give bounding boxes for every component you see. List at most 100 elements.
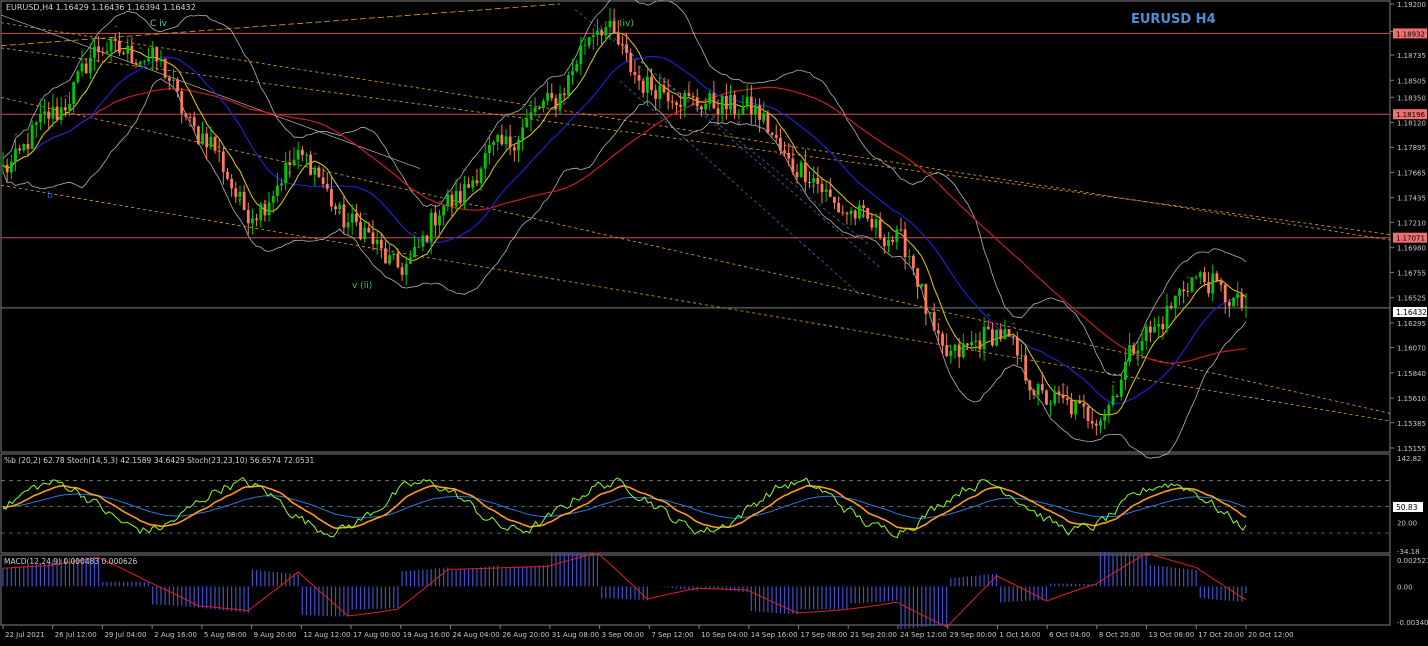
price-tick-label: 1.17210 — [1397, 219, 1426, 227]
candle-body — [1094, 423, 1098, 426]
candle-body — [758, 105, 762, 120]
candle-body — [687, 93, 691, 97]
candle-body — [492, 141, 495, 145]
channel-line[interactable] — [0, 47, 1391, 235]
candle-body — [625, 44, 628, 53]
time-tick-label: 17 Aug 00:00 — [353, 631, 400, 639]
candle-body — [242, 191, 246, 211]
candle-body — [375, 239, 379, 244]
level-tag-text: 1.18932 — [1396, 30, 1425, 38]
chart-canvas[interactable]: ^ ^ ^ ^ ^ ^ ^ v ^ v ^ v ^ v ^ v ^ ^ ^ ^ ^ v v v ^ ^ ^ ^ v v v ^ v ^ v ^ ^ ^ v ^… — [0, 0, 1428, 642]
candle-body — [550, 92, 554, 99]
candle-body — [1165, 305, 1169, 330]
price-tick-label: 1.19200 — [1397, 1, 1426, 9]
candle-body — [529, 112, 533, 119]
macd-axis[interactable]: 0.002527 0.00 -0.003406 — [1397, 557, 1428, 627]
candle-body — [783, 150, 786, 153]
channel-line[interactable] — [574, 9, 871, 246]
fractal-arrow: ^ — [1086, 406, 1091, 413]
candle-body — [679, 104, 683, 107]
candle-body — [167, 77, 171, 81]
candle-body — [974, 340, 978, 342]
time-tick-label: 7 Sep 12:00 — [651, 631, 693, 639]
channel-line[interactable] — [0, 96, 1391, 414]
stoch-tick-label: -34.18 — [1397, 548, 1420, 556]
price-tick-label: 1.16980 — [1397, 245, 1426, 253]
candle-body — [542, 100, 545, 108]
candle-body — [176, 79, 180, 92]
candle-body — [1132, 344, 1136, 354]
candle-body — [134, 62, 138, 65]
symbol-header: EURUSD,H4 1.16429 1.16436 1.16394 1.1643… — [6, 3, 196, 12]
candle-body — [1020, 355, 1023, 357]
candle-body — [1115, 396, 1119, 398]
channel-line[interactable] — [619, 80, 861, 296]
fractal-arrow: ^ — [438, 200, 443, 207]
candle-body — [5, 164, 9, 173]
candle-body — [1236, 293, 1240, 298]
candle-body — [754, 105, 757, 115]
fractal-arrow: ^ — [512, 135, 517, 142]
candle-body — [51, 106, 55, 119]
wave-label-c-iv: C iv — [150, 19, 168, 29]
candle-body — [716, 108, 720, 115]
fractal-arrow: ^ — [1011, 322, 1016, 329]
candle-body — [1244, 306, 1248, 308]
candle-body — [741, 106, 745, 114]
time-axis[interactable]: 22 Jul 2021 26 Jul 12:00 29 Jul 04:00 2 Aug… — [2, 625, 1294, 639]
fractal-arrow: v — [1136, 355, 1140, 362]
time-tick-label: 20 Oct 12:00 — [1248, 631, 1294, 639]
candle-body — [770, 132, 774, 135]
candle-body — [342, 204, 346, 228]
price-tick-label: 1.17435 — [1397, 195, 1426, 203]
candle-body — [1057, 391, 1061, 395]
candle-body — [907, 256, 911, 258]
candle-body — [803, 162, 807, 182]
candle-body — [600, 30, 604, 36]
candle-body — [500, 135, 504, 145]
candle-body — [138, 61, 142, 65]
macd-histogram — [2, 551, 1247, 630]
candle-body — [30, 124, 34, 149]
macd-tick-label: 0.00 — [1397, 583, 1413, 591]
candle-body — [192, 117, 196, 127]
current-price-tag: 1.16432 — [1393, 307, 1427, 317]
candle-body — [26, 144, 30, 149]
price-axis[interactable]: 1.192001.189501.187351.185051.183501.181… — [1390, 1, 1426, 453]
candle-body — [566, 75, 570, 96]
fractal-arrow: ^ — [113, 26, 118, 33]
candle-body — [496, 135, 500, 142]
candle-body — [446, 194, 450, 206]
candle-body — [691, 96, 695, 98]
time-tick-label: 24 Sep 12:00 — [900, 631, 947, 639]
fractal-arrow: ^ — [687, 81, 692, 88]
channel-line[interactable] — [0, 184, 1391, 422]
candle-body — [774, 134, 778, 138]
candle-body — [1045, 390, 1048, 405]
main-panel-frame — [0, 0, 1391, 453]
fractal-arrow: ^ — [1186, 277, 1191, 284]
candle-body — [1215, 273, 1219, 282]
fractal-arrow: ^ — [363, 213, 368, 220]
candle-body — [1061, 394, 1065, 399]
candle-body — [334, 206, 337, 210]
candle-body — [1198, 272, 1202, 278]
candle-body — [55, 106, 59, 120]
candle-body — [650, 76, 653, 91]
candle-body — [487, 144, 491, 154]
candle-body — [313, 167, 317, 175]
level-price-tags: 1.18932 1.18196 1.17071 — [1393, 28, 1427, 243]
candle-body — [379, 239, 383, 249]
candle-body — [899, 229, 903, 231]
candle-body — [812, 178, 816, 183]
chart-watermark: EURUSD H4 — [1131, 12, 1216, 27]
candle-body — [895, 229, 899, 242]
candle-body — [209, 137, 213, 148]
candle-body — [766, 113, 770, 133]
candle-body — [421, 235, 425, 247]
candle-body — [517, 139, 520, 151]
fractal-arrow: v — [562, 100, 566, 107]
channel-line[interactable] — [599, 25, 881, 268]
stoch-panel-frame — [0, 453, 1391, 554]
candle-body — [604, 27, 608, 36]
